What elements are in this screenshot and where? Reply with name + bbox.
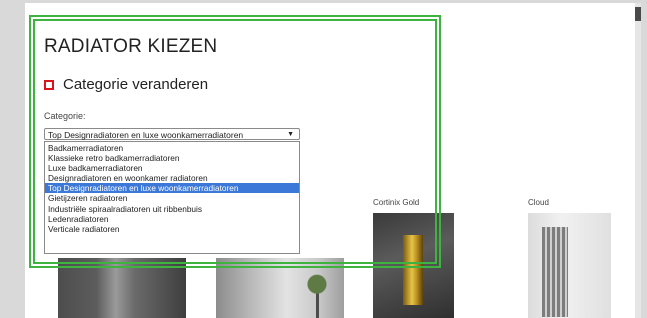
product-label-cloud[interactable]: Cloud [528, 198, 549, 207]
product-image-cloud[interactable] [528, 213, 611, 318]
scrollbar-thumb[interactable] [635, 7, 641, 21]
radiator-bars [542, 227, 568, 317]
plant-decoration [300, 266, 334, 318]
scrollbar-track[interactable] [635, 3, 641, 318]
highlight-frame-inner [33, 19, 437, 264]
